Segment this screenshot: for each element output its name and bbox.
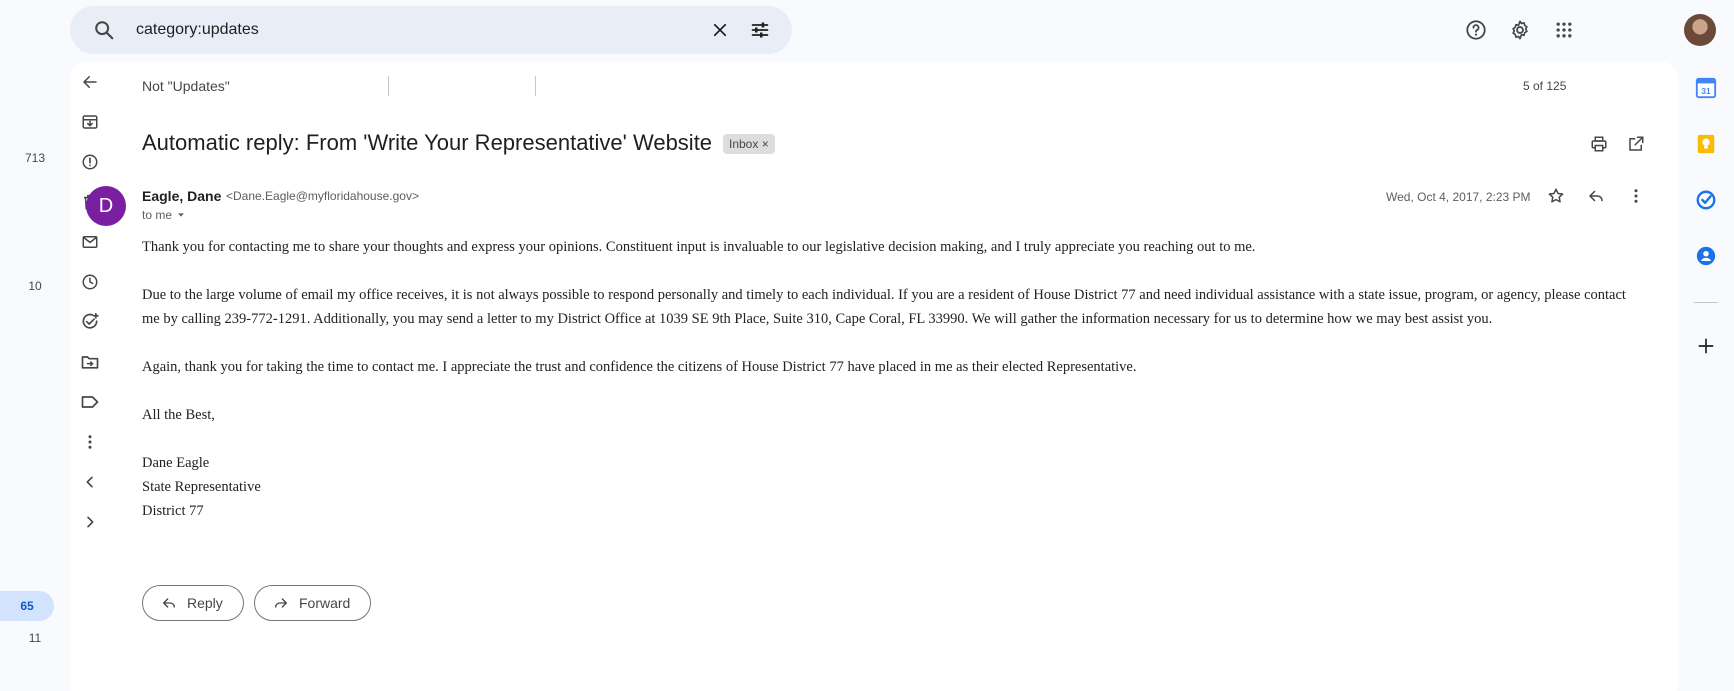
body-paragraph: Due to the large volume of email my offi… [142,287,1626,327]
message-more-icon[interactable] [1616,176,1656,216]
toolbar-divider [535,76,536,96]
star-icon[interactable] [1536,176,1576,216]
settings-gear-icon[interactable] [1500,10,1540,50]
mark-unread-icon[interactable] [70,222,110,262]
body-paragraph: Again, thank you for taking the time to … [142,359,1137,375]
signature-district: District 77 [142,503,204,519]
forward-label: Forward [299,595,351,611]
label-name: Inbox [729,137,759,151]
older-chevron-right-icon[interactable] [70,502,110,542]
body-paragraph: Thank you for contacting me to share you… [142,239,1256,255]
search-input[interactable] [128,6,700,54]
rail-count-3-active[interactable]: 65 [0,591,54,621]
pagination-count: 5 of 125 [1523,79,1567,93]
side-panel: 31 [1678,62,1734,691]
rail-count-4[interactable]: 11 [0,631,70,645]
reply-label: Reply [187,595,223,611]
sender-email: <Dane.Eagle@myfloridahouse.gov> [226,189,419,203]
remove-label-icon[interactable]: × [762,137,769,151]
move-to-folder-icon[interactable] [70,342,110,382]
tasks-icon[interactable] [1692,186,1720,214]
not-updates-button[interactable]: Not "Updates" [142,78,230,94]
report-spam-icon[interactable] [70,142,110,182]
sender-name[interactable]: Eagle, Dane [142,188,221,204]
contacts-icon[interactable] [1692,242,1720,270]
calendar-icon[interactable]: 31 [1692,74,1720,102]
archive-icon[interactable] [70,102,110,142]
reply-icon [163,598,175,608]
reply-arrow-icon[interactable] [1576,176,1616,216]
forward-icon [275,598,287,608]
search-options-icon[interactable] [740,10,780,50]
recipient-label: to me [142,208,173,222]
side-panel-divider [1694,302,1718,303]
signature-name: Dane Eagle [142,455,210,471]
keep-bulb-icon[interactable] [1692,130,1720,158]
sender-avatar[interactable]: D [86,186,126,226]
body-closing: All the Best, [142,407,215,423]
apps-grid-icon[interactable] [1544,10,1584,50]
add-plus-icon[interactable] [1692,332,1720,360]
open-new-window-icon[interactable] [1616,124,1656,164]
add-to-tasks-icon[interactable] [70,302,110,342]
rail-count-1[interactable]: 713 [0,151,70,165]
top-right-toolbar [1456,10,1584,50]
account-avatar[interactable] [1684,14,1716,46]
print-icon[interactable] [1579,124,1619,164]
reply-button[interactable]: Reply [142,585,244,621]
help-icon[interactable] [1456,10,1496,50]
forward-button[interactable]: Forward [254,585,372,621]
inbox-label-chip[interactable]: Inbox × [723,134,775,154]
message-date: Wed, Oct 4, 2017, 2:23 PM [1386,190,1531,204]
toolbar-divider [388,76,389,96]
chevron-down-icon [178,213,184,217]
back-arrow-icon[interactable] [70,62,110,102]
search-icon[interactable] [80,6,128,54]
signature-title: State Representative [142,479,261,495]
rail-count-2[interactable]: 10 [0,279,70,293]
more-options-icon[interactable] [70,422,110,462]
email-body: Thank you for contacting me to share you… [142,235,1637,523]
email-view: Not "Updates" 5 of 125 Automatic reply: … [70,62,1678,691]
email-subject: Automatic reply: From 'Write Your Repres… [142,130,713,155]
recipient-details[interactable]: to me [142,208,186,222]
label-tag-icon[interactable] [70,382,110,422]
search-bar [70,6,792,54]
clear-search-icon[interactable] [700,10,740,50]
calendar-day: 31 [1701,87,1711,96]
snooze-clock-icon[interactable] [70,262,110,302]
newer-chevron-left-icon[interactable] [70,462,110,502]
